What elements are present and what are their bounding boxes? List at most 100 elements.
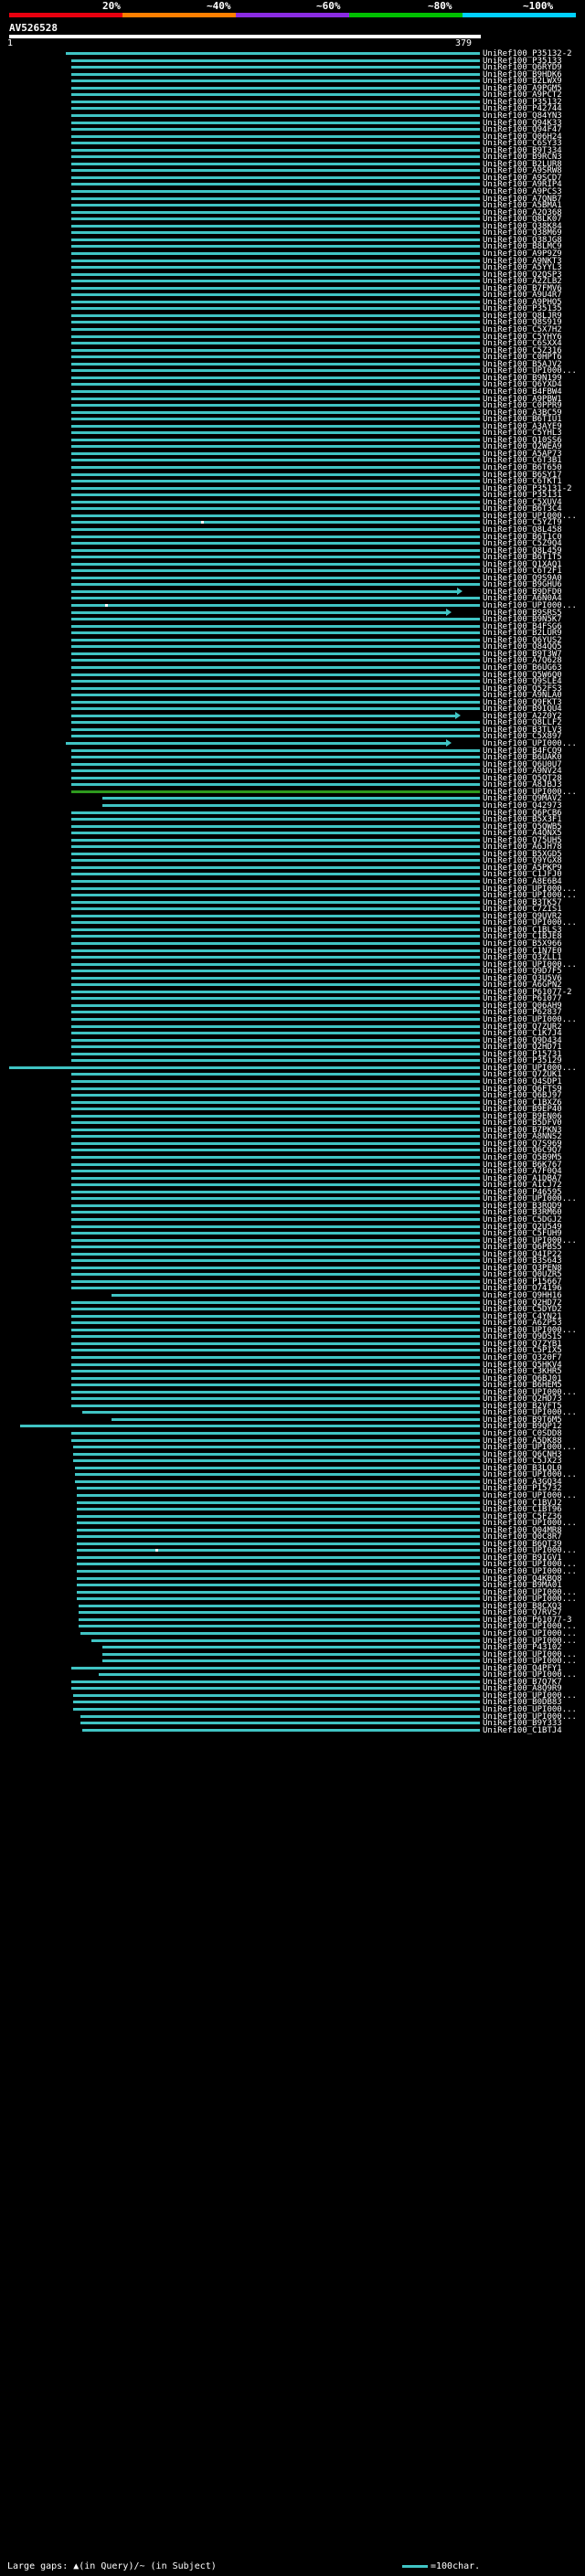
hit-bar[interactable] xyxy=(71,521,480,524)
hit-bar[interactable] xyxy=(112,1294,480,1297)
hit-bar[interactable] xyxy=(71,556,480,558)
hit-bar[interactable] xyxy=(71,1383,480,1386)
hit-bar[interactable] xyxy=(71,245,480,248)
hit-bar[interactable] xyxy=(71,1163,480,1166)
hit-bar[interactable] xyxy=(71,355,480,358)
hit-bar[interactable] xyxy=(71,169,480,172)
hit-bar[interactable] xyxy=(71,1142,480,1145)
hit-bar[interactable] xyxy=(71,701,480,704)
hit-bar[interactable] xyxy=(71,735,480,737)
hit-bar[interactable] xyxy=(71,1680,480,1683)
hit-bar[interactable] xyxy=(71,1329,480,1331)
hit-bar[interactable] xyxy=(71,1204,480,1207)
hit-bar[interactable] xyxy=(71,217,480,220)
hit-bar[interactable] xyxy=(71,211,480,214)
hit-bar[interactable] xyxy=(71,1115,480,1118)
hit-bar[interactable] xyxy=(71,260,480,262)
hit-bar[interactable] xyxy=(71,901,480,904)
hit-bar[interactable] xyxy=(71,398,480,400)
hit-bar[interactable] xyxy=(71,1363,480,1366)
hit-bar[interactable] xyxy=(71,487,480,490)
hit-bar[interactable] xyxy=(71,59,480,62)
hit-bar[interactable] xyxy=(77,1584,480,1586)
hit-bar[interactable] xyxy=(71,777,480,779)
hit-bar[interactable] xyxy=(71,1045,480,1048)
hit-bar[interactable] xyxy=(73,1708,480,1711)
hit-bar[interactable] xyxy=(71,411,480,414)
hit-bar[interactable] xyxy=(77,1529,480,1532)
hit-bar[interactable] xyxy=(79,1625,480,1627)
hit-bar[interactable] xyxy=(71,149,480,152)
hit-bar[interactable] xyxy=(71,597,480,599)
hit-bar[interactable] xyxy=(71,225,480,228)
hit-bar[interactable] xyxy=(112,1418,480,1421)
hit-bar[interactable] xyxy=(71,956,480,959)
hit-label[interactable]: UniRef100_C1BTJ4 xyxy=(483,1726,562,1735)
hit-bar[interactable] xyxy=(73,1453,480,1456)
hit-bar[interactable] xyxy=(71,818,480,821)
hit-bar[interactable] xyxy=(71,1259,480,1262)
hit-bar[interactable] xyxy=(71,328,480,331)
hit-bar[interactable] xyxy=(71,280,480,282)
hit-bar[interactable] xyxy=(71,493,480,496)
hit-bar[interactable] xyxy=(71,811,480,814)
hit-bar[interactable] xyxy=(102,1646,480,1648)
hit-bar[interactable] xyxy=(9,1066,480,1069)
hit-bar[interactable] xyxy=(80,1715,480,1718)
hit-bar[interactable] xyxy=(71,1232,480,1235)
hit-bar[interactable] xyxy=(71,694,480,696)
hit-bar[interactable] xyxy=(71,645,480,648)
hit-bar[interactable] xyxy=(71,1225,480,1228)
hit-bar[interactable] xyxy=(71,1391,480,1394)
hit-bar[interactable] xyxy=(71,1149,480,1151)
hit-bar[interactable] xyxy=(77,1597,480,1600)
hit-bar[interactable] xyxy=(71,176,480,179)
hit-bar[interactable] xyxy=(71,928,480,931)
hit-bar[interactable] xyxy=(71,66,480,69)
hit-bar[interactable] xyxy=(80,1722,480,1724)
hit-bar[interactable] xyxy=(71,1342,480,1345)
hit-bar[interactable] xyxy=(71,1032,480,1034)
hit-bar[interactable] xyxy=(71,1377,480,1380)
hit-bar[interactable] xyxy=(79,1611,480,1614)
hit-bar[interactable] xyxy=(71,1011,480,1013)
hit-bar[interactable] xyxy=(71,1321,480,1324)
hit-bar[interactable] xyxy=(71,439,480,441)
hit-bar[interactable] xyxy=(71,369,480,372)
hit-bar[interactable] xyxy=(71,549,480,552)
hit-bar[interactable] xyxy=(71,418,480,420)
hit-bar[interactable] xyxy=(82,1411,480,1414)
hit-bar[interactable] xyxy=(71,349,480,352)
hit-bar[interactable] xyxy=(71,569,480,572)
hit-bar[interactable] xyxy=(77,1549,480,1552)
hit-bar[interactable] xyxy=(71,1287,480,1289)
hit-bar[interactable] xyxy=(102,1653,480,1656)
hit-bar[interactable] xyxy=(77,1494,480,1497)
hit-bar[interactable] xyxy=(99,1673,480,1676)
hit-bar[interactable] xyxy=(71,528,480,531)
hit-bar[interactable] xyxy=(71,611,446,614)
hit-bar[interactable] xyxy=(71,445,480,448)
hit-bar[interactable] xyxy=(71,273,480,276)
hit-bar[interactable] xyxy=(71,376,480,379)
hit-bar[interactable] xyxy=(71,122,480,124)
hit-bar[interactable] xyxy=(71,625,480,628)
hit-bar[interactable] xyxy=(71,363,480,366)
hit-bar[interactable] xyxy=(71,1039,480,1042)
hit-bar[interactable] xyxy=(71,252,480,255)
hit-bar[interactable] xyxy=(71,287,480,290)
hit-bar[interactable] xyxy=(71,507,480,510)
hit-bar[interactable] xyxy=(71,839,480,842)
hit-bar[interactable] xyxy=(71,721,480,724)
hit-bar[interactable] xyxy=(71,1170,480,1172)
hit-bar[interactable] xyxy=(71,894,480,896)
hit-bar[interactable] xyxy=(66,52,480,55)
hit-bar[interactable] xyxy=(71,335,480,338)
hit-bar[interactable] xyxy=(71,949,480,952)
hit-bar[interactable] xyxy=(79,1618,480,1621)
hit-bar[interactable] xyxy=(71,1025,480,1028)
hit-bar[interactable] xyxy=(71,1308,480,1310)
hit-bar[interactable] xyxy=(71,756,480,758)
hit-bar[interactable] xyxy=(71,1211,480,1214)
hit-bar[interactable] xyxy=(71,1273,480,1276)
